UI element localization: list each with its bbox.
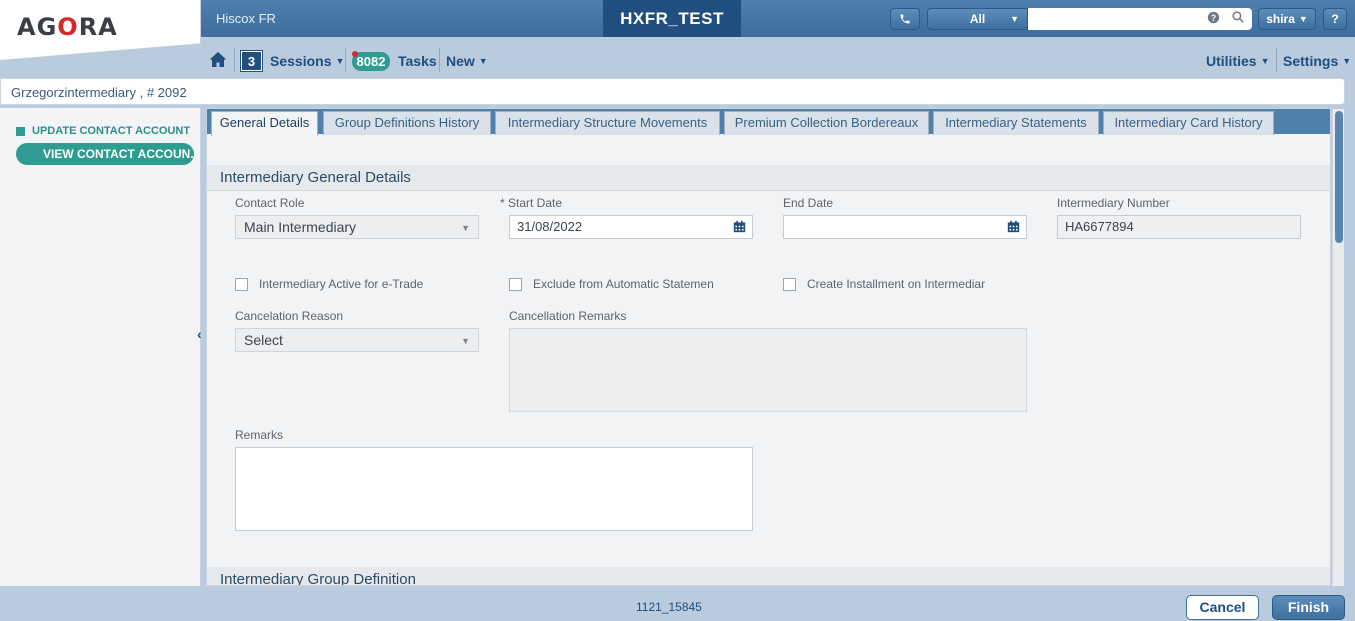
svg-text:?: ? [1210,13,1215,23]
section-title-group-definition: Intermediary Group Definition [207,567,1330,585]
tab-intermediary-structure-movements[interactable]: Intermediary Structure Movements [495,111,720,135]
divider [1276,48,1277,72]
start-date-field[interactable]: 31/08/2022 [509,215,753,239]
checkbox-label: Exclude from Automatic Statemen [533,277,714,291]
sessions-count-badge[interactable]: 3 [240,50,263,72]
help-label: ? [1331,12,1339,26]
utilities-menu[interactable]: Utilities ▼ [1206,53,1270,69]
chevron-down-icon: ▼ [478,56,488,66]
calendar-icon[interactable] [733,220,746,233]
phone-button[interactable] [890,8,920,30]
agora-logo: AGORA [17,13,118,41]
chevron-down-icon: ▼ [1010,14,1019,24]
tab-general-details[interactable]: General Details [211,111,318,136]
tasks-menu[interactable]: Tasks [398,53,437,69]
divider [439,48,440,72]
top-bar: Hiscox FR HXFR_TEST All ▼ ? shira ▼ ? [0,0,1355,37]
chevron-down-icon: ▼ [1298,14,1308,24]
contact-role-label: Contact Role [235,196,305,210]
intermediary-number-field: HA6677894 [1057,215,1301,239]
tab-intermediary-statements[interactable]: Intermediary Statements [933,111,1099,135]
search-input[interactable]: ? [1028,8,1252,30]
utilities-label: Utilities [1206,53,1257,69]
cancelation-reason-label: Cancelation Reason [235,309,344,323]
tab-premium-collection-bordereaux[interactable]: Premium Collection Bordereaux [724,111,929,135]
checkbox[interactable] [509,277,522,291]
settings-menu[interactable]: Settings ▼ [1283,53,1351,69]
cancellation-remarks-label: Cancellation Remarks [509,309,627,323]
checkbox[interactable] [235,277,248,291]
home-icon[interactable] [209,51,227,71]
sessions-menu[interactable]: Sessions ▼ [270,53,344,69]
sidebar-item-label: UPDATE CONTACT ACCOUNT [32,125,191,137]
tab-bar: General Details Group Definitions Histor… [207,109,1330,136]
breadcrumb: Grzegorzintermediary , # 2092 [0,78,1345,105]
start-date-label: * Start Date [500,196,563,210]
checkbox-create-installment[interactable]: Create Installment on Intermediar [783,277,1005,291]
divider [234,48,235,72]
new-menu[interactable]: New ▼ [446,53,488,69]
tab-group-definitions-history[interactable]: Group Definitions History [323,111,491,135]
scrollbar-thumb[interactable] [1335,111,1343,243]
sidebar-item-update-contact-account[interactable]: UPDATE CONTACT ACCOUNT [16,125,190,137]
square-icon [16,126,25,136]
start-date-value: 31/08/2022 [517,219,583,234]
checkbox-exclude-automatic-statement[interactable]: Exclude from Automatic Statemen [509,277,731,291]
user-menu-button[interactable]: shira ▼ [1258,8,1316,30]
sessions-label: Sessions [270,53,332,69]
chevron-down-icon: ▼ [335,56,345,66]
search-icon[interactable] [1231,11,1245,25]
environment-label: HXFR_TEST [603,0,741,37]
user-name: shira [1266,12,1295,26]
tab-intermediary-card-history[interactable]: Intermediary Card History [1103,111,1274,135]
intermediary-number-label: Intermediary Number [1057,196,1170,210]
divider [345,48,346,72]
app-name: Hiscox FR [216,11,276,26]
collapse-sidebar-icon[interactable]: ‹ [197,326,202,342]
contact-role-select[interactable]: Main Intermediary ▼ [235,215,479,239]
logo-area: AGORA [0,0,201,60]
chevron-down-icon: ▼ [461,223,470,233]
breadcrumb-text: Grzegorzintermediary , # 2092 [11,85,187,100]
main-panel: General Details Group Definitions Histor… [206,108,1331,586]
remarks-textarea[interactable] [235,447,753,531]
search-scope-value: All [969,12,986,26]
contact-role-value: Main Intermediary [244,219,357,235]
cancelation-reason-value: Select [244,332,283,348]
settings-label: Settings [1283,53,1339,69]
checkbox-active-etrade[interactable]: Intermediary Active for e-Trade [235,277,475,291]
checkbox[interactable] [783,277,796,291]
help-circle-icon[interactable]: ? [1206,11,1220,25]
sidebar: UPDATE CONTACT ACCOUNT VIEW CONTACT ACCO… [0,108,201,586]
phone-icon [900,14,910,24]
finish-button[interactable]: Finish [1272,595,1345,620]
chevron-down-icon: ▼ [461,336,470,346]
chevron-down-icon: ▼ [1260,56,1270,66]
notification-dot [352,51,358,57]
calendar-icon[interactable] [1007,220,1020,233]
sidebar-item-view-contact-account[interactable]: VIEW CONTACT ACCOUN... [16,143,194,165]
end-date-field[interactable] [783,215,1027,239]
cancel-button[interactable]: Cancel [1186,595,1259,620]
scrollbar[interactable] [1332,109,1344,586]
footer-code: 1121_15845 [636,600,702,614]
end-date-label: End Date [783,196,834,210]
section-title-general: Intermediary General Details [207,165,1330,191]
cancellation-remarks-textarea[interactable] [509,328,1027,412]
chevron-down-icon: ▼ [1342,56,1352,66]
nav-bar: 3 Sessions ▼ 8082 Tasks New ▼ Utilities ▼ S… [201,37,1355,78]
search-scope-dropdown[interactable]: All ▼ [927,8,1028,30]
checkbox-label: Intermediary Active for e-Trade [259,277,424,291]
help-button[interactable]: ? [1323,8,1347,30]
new-label: New [446,53,475,69]
checkbox-label: Create Installment on Intermediar [807,277,986,291]
remarks-label: Remarks [235,428,284,442]
cancelation-reason-select[interactable]: Select ▼ [235,328,479,352]
